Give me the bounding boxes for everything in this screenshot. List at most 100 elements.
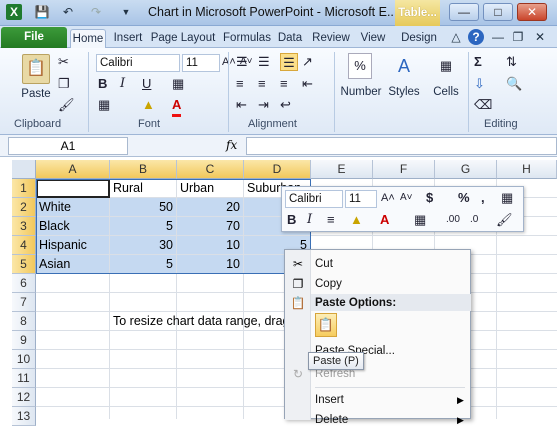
tab-page-layout[interactable]: Page Layout <box>150 29 216 48</box>
copy-icon[interactable]: ❐ <box>58 75 70 93</box>
paste-button-label[interactable]: Paste <box>18 88 54 100</box>
styles-button-label[interactable]: Styles <box>386 86 422 98</box>
column-header-e[interactable]: E <box>311 160 373 179</box>
borders-icon[interactable]: ▦ <box>172 75 184 93</box>
align-center-icon[interactable]: ≡ <box>258 75 266 93</box>
cells-icon[interactable]: ▦ <box>434 53 458 79</box>
cell-b2[interactable]: 50 <box>110 198 177 217</box>
column-header-a[interactable]: A <box>36 160 110 179</box>
help-icon[interactable]: ? <box>468 29 484 45</box>
row-header-6[interactable]: 6 <box>12 274 36 293</box>
column-header-b[interactable]: B <box>110 160 177 179</box>
styles-icon[interactable]: A <box>392 53 416 79</box>
row-header-11[interactable]: 11 <box>12 369 36 388</box>
row-header-2[interactable]: 2 <box>12 198 36 217</box>
borders-dropdown-icon[interactable]: ▦ <box>98 96 110 114</box>
align-top-icon[interactable]: ☰ <box>236 53 248 71</box>
close-icon[interactable]: ✕ <box>517 3 547 21</box>
fx-icon[interactable]: fx <box>226 138 237 152</box>
mini-shrink-font-icon[interactable]: A˅ <box>400 189 413 207</box>
cell-c3[interactable]: 70 <box>177 217 244 236</box>
italic-icon[interactable]: I <box>120 75 125 93</box>
row-header-10[interactable]: 10 <box>12 350 36 369</box>
minimize-icon[interactable]: — <box>449 3 479 21</box>
formula-input[interactable] <box>246 137 557 155</box>
autosum-icon[interactable]: Σ <box>474 53 482 71</box>
cell-a1[interactable] <box>36 179 110 198</box>
customize-qat-icon[interactable]: ▼ <box>118 4 134 20</box>
mini-font-name-combo[interactable]: Calibri <box>285 190 343 208</box>
row-header-5[interactable]: 5 <box>12 255 36 274</box>
mini-center-icon[interactable]: ≡ <box>327 211 335 229</box>
percent-icon[interactable]: % <box>348 53 372 79</box>
window-minimize-icon[interactable]: — <box>490 29 506 45</box>
minimize-ribbon-icon[interactable]: △ <box>448 29 464 45</box>
cell-c5[interactable]: 10 <box>177 255 244 274</box>
cut-icon[interactable]: ✂ <box>58 53 69 71</box>
mini-grow-font-icon[interactable]: A˄ <box>381 189 395 207</box>
paste-icon[interactable]: 📋 <box>315 313 337 337</box>
tab-insert[interactable]: Insert <box>110 29 146 48</box>
tab-formulas[interactable]: Formulas <box>222 29 272 48</box>
number-button-label[interactable]: Number <box>340 86 382 98</box>
menu-item-cut[interactable]: Cut <box>315 258 333 270</box>
mini-increase-decimal-icon[interactable]: .00 <box>446 211 460 229</box>
row-header-4[interactable]: 4 <box>12 236 36 255</box>
bold-icon[interactable]: B <box>98 75 107 93</box>
mini-comma-icon[interactable]: , <box>481 189 485 207</box>
column-header-c[interactable]: C <box>177 160 244 179</box>
window-close-icon[interactable]: ✕ <box>532 29 548 45</box>
fill-color-icon[interactable]: ▲ <box>142 96 155 114</box>
font-color-icon[interactable]: A <box>172 96 182 117</box>
cell-a3[interactable]: Black <box>36 217 110 236</box>
cell-b5[interactable]: 5 <box>110 255 177 274</box>
excel-logo-icon[interactable]: X <box>6 4 22 20</box>
menu-item-copy[interactable]: Copy <box>315 278 342 290</box>
menu-item-delete[interactable]: Delete <box>315 414 348 426</box>
clear-icon[interactable]: ⌫ <box>474 96 492 114</box>
orientation-icon[interactable]: ↗ <box>302 53 313 71</box>
find-select-icon[interactable]: 🔍 <box>506 75 522 93</box>
tab-data[interactable]: Data <box>276 29 304 48</box>
sort-filter-icon[interactable]: ⇅ <box>506 53 517 71</box>
wrap-text-icon[interactable]: ↩ <box>280 96 291 114</box>
tab-design[interactable]: Design <box>397 29 441 48</box>
underline-icon[interactable]: U <box>142 75 151 93</box>
align-bottom-icon[interactable]: ☰ <box>280 53 298 71</box>
maximize-icon[interactable]: □ <box>483 3 513 21</box>
name-box[interactable]: A1 <box>8 137 128 155</box>
cells-button-label[interactable]: Cells <box>430 86 462 98</box>
cell-c1[interactable]: Urban <box>177 179 244 198</box>
window-restore-icon[interactable]: ❐ <box>510 29 526 45</box>
mini-italic-icon[interactable]: I <box>307 211 312 229</box>
redo-icon[interactable]: ↷ <box>88 4 104 20</box>
align-middle-icon[interactable]: ☰ <box>258 53 270 71</box>
fill-icon[interactable]: ⇩ <box>474 75 485 93</box>
tab-home[interactable]: Home <box>70 29 106 48</box>
cell-b1[interactable]: Rural <box>110 179 177 198</box>
merge-center-icon[interactable]: ⇤ <box>302 75 313 93</box>
column-header-g[interactable]: G <box>435 160 497 179</box>
cell-b4[interactable]: 30 <box>110 236 177 255</box>
mini-format-painter-icon[interactable]: 🖌 <box>496 211 513 229</box>
mini-font-color-icon[interactable]: A <box>380 211 389 229</box>
cell-a2[interactable]: White <box>36 198 110 217</box>
mini-currency-icon[interactable]: $ <box>426 189 433 207</box>
format-painter-icon[interactable]: 🖌 <box>58 96 75 114</box>
increase-indent-icon[interactable]: ⇥ <box>258 96 269 114</box>
row-header-1[interactable]: 1 <box>12 179 36 198</box>
cell-b8[interactable]: To resize chart data range, drag lower r… <box>110 312 290 331</box>
column-header-h[interactable]: H <box>497 160 557 179</box>
cell-c4[interactable]: 10 <box>177 236 244 255</box>
mini-fill-color-icon[interactable]: ▲ <box>350 211 363 229</box>
select-all-corner[interactable] <box>12 160 36 179</box>
tab-review[interactable]: Review <box>310 29 352 48</box>
tab-view[interactable]: View <box>358 29 388 48</box>
mini-decrease-decimal-icon[interactable]: .0 <box>470 211 478 229</box>
column-header-d[interactable]: D <box>244 160 311 179</box>
column-header-f[interactable]: F <box>373 160 435 179</box>
mini-format-icon[interactable]: ▦ <box>501 189 513 207</box>
tab-file[interactable]: File <box>1 27 67 48</box>
mini-bold-icon[interactable]: B <box>287 211 296 229</box>
cell-a5[interactable]: Asian <box>36 255 110 274</box>
